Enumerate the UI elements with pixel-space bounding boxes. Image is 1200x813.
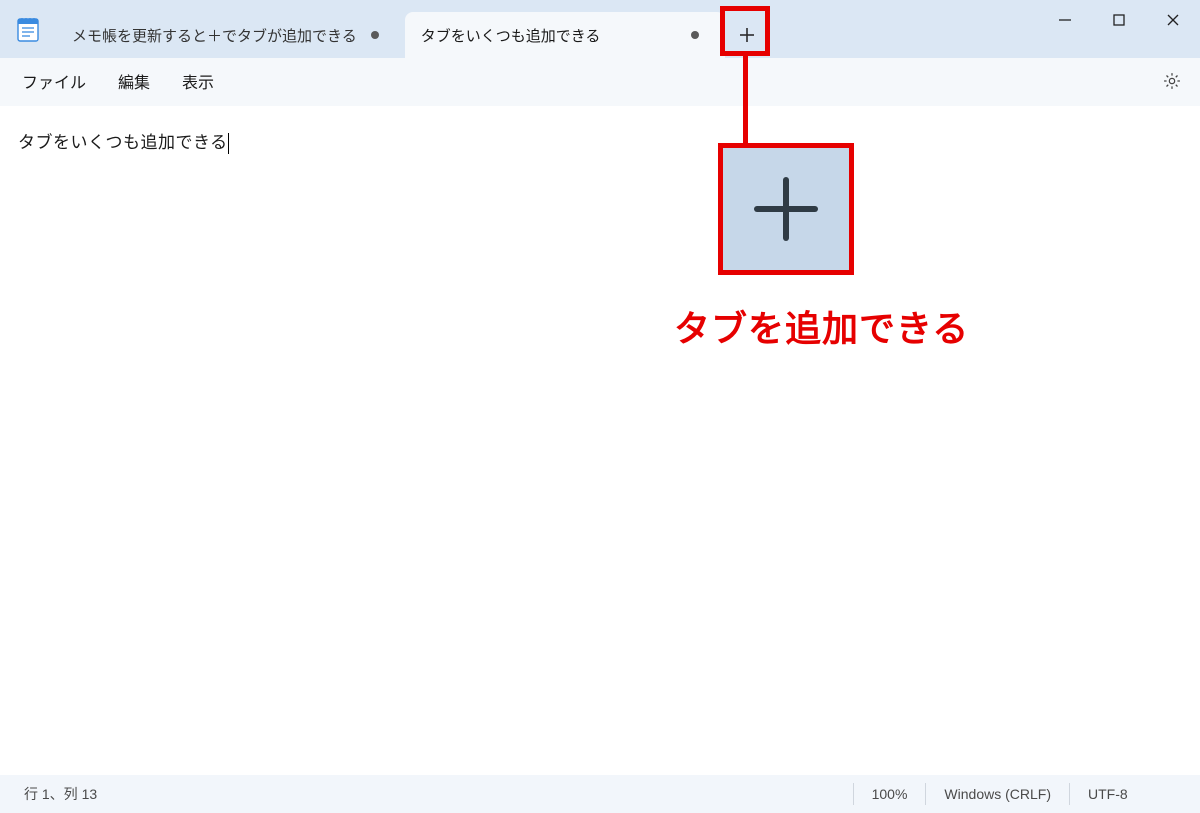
window-controls [1038, 0, 1200, 40]
tab-title: メモ帳を更新すると＋でタブが追加できる [72, 25, 357, 46]
gear-icon [1162, 71, 1182, 91]
menu-file[interactable]: ファイル [8, 63, 100, 99]
title-bar: メモ帳を更新すると＋でタブが追加できる タブをいくつも追加できる [0, 0, 1200, 58]
menu-bar: ファイル 編集 表示 [0, 58, 1200, 106]
tab-0[interactable]: メモ帳を更新すると＋でタブが追加できる [56, 12, 405, 58]
text-editor[interactable]: タブをいくつも追加できる [0, 106, 1200, 775]
unsaved-indicator-icon [691, 31, 699, 39]
new-tab-button[interactable] [725, 12, 769, 58]
menu-edit[interactable]: 編集 [104, 63, 164, 99]
status-encoding: UTF-8 [1070, 775, 1200, 813]
plus-icon [738, 26, 756, 44]
settings-button[interactable] [1158, 67, 1186, 95]
close-button[interactable] [1146, 0, 1200, 40]
app-icon [0, 0, 56, 58]
tab-title: タブをいくつも追加できる [421, 25, 677, 46]
status-zoom[interactable]: 100% [854, 775, 926, 813]
menu-view[interactable]: 表示 [168, 63, 228, 99]
tab-1[interactable]: タブをいくつも追加できる [405, 12, 725, 58]
status-line-ending: Windows (CRLF) [926, 775, 1069, 813]
tab-strip: メモ帳を更新すると＋でタブが追加できる タブをいくつも追加できる [56, 0, 769, 58]
unsaved-indicator-icon [371, 31, 379, 39]
status-bar: 行 1、列 13 100% Windows (CRLF) UTF-8 [0, 775, 1200, 813]
editor-content: タブをいくつも追加できる [18, 128, 229, 154]
text-caret [228, 133, 230, 154]
status-position: 行 1、列 13 [0, 775, 115, 813]
maximize-button[interactable] [1092, 0, 1146, 40]
minimize-button[interactable] [1038, 0, 1092, 40]
